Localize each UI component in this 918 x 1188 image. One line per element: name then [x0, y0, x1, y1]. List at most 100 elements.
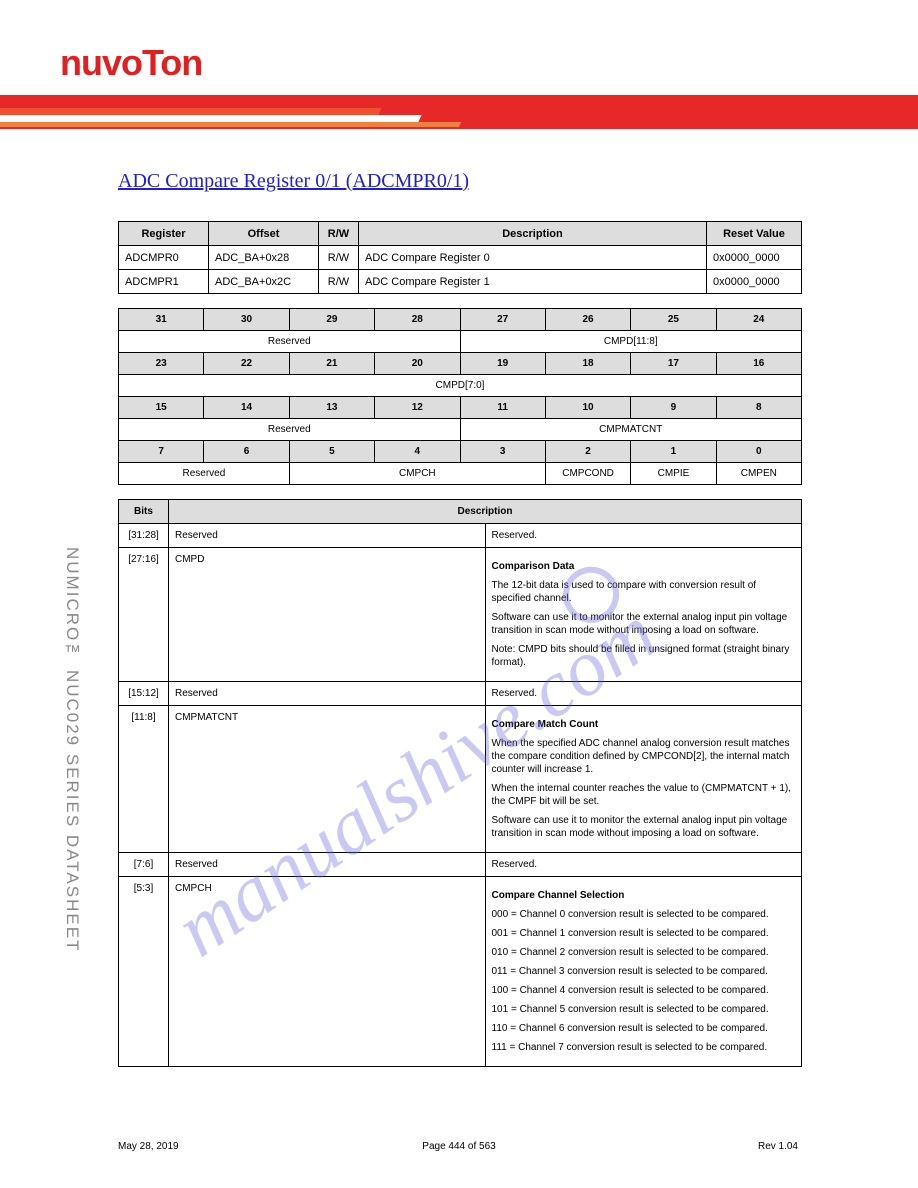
table-row: ADCMPR1 ADC_BA+0x2C R/W ADC Compare Regi… [119, 270, 802, 294]
reg-hdr-register: Register [119, 222, 209, 246]
bit-num: 23 [119, 353, 204, 375]
bit-num: 14 [204, 397, 289, 419]
reg-cell: 0x0000_0000 [707, 270, 802, 294]
desc-line: When the internal counter reaches the va… [492, 782, 796, 808]
bit-num: 28 [375, 309, 460, 331]
bit-num: 20 [375, 353, 460, 375]
bit-num: 29 [289, 309, 374, 331]
reg-cell: ADC Compare Register 0 [359, 246, 707, 270]
table-row: [15:12] Reserved Reserved. [119, 682, 802, 706]
reg-cell: R/W [319, 270, 359, 294]
bit-num: 27 [460, 309, 545, 331]
bit-field: Reserved [119, 419, 461, 441]
bits-cell: [27:16] [119, 548, 169, 682]
bits-cell: [31:28] [119, 524, 169, 548]
bit-num: 3 [460, 441, 545, 463]
desc-title: Comparison Data [492, 561, 575, 572]
bit-num: 2 [545, 441, 630, 463]
bit-num: 7 [119, 441, 204, 463]
desc-line: Note: CMPD bits should be filled in unsi… [492, 643, 796, 669]
bit-num: 12 [375, 397, 460, 419]
register-table: Register Offset R/W Description Reset Va… [118, 221, 802, 294]
desc-cell: Compare Match Count When the specified A… [485, 706, 802, 853]
desc-line: 111 = Channel 7 conversion result is sel… [492, 1041, 796, 1054]
bit-num: 13 [289, 397, 374, 419]
bit-num: 17 [631, 353, 716, 375]
table-row: [5:3] CMPCH Compare Channel Selection 00… [119, 877, 802, 1067]
field-cell: CMPMATCNT [169, 706, 486, 853]
reg-hdr-rw: R/W [319, 222, 359, 246]
bit-field: CMPMATCNT [460, 419, 802, 441]
table-row: [31:28] Reserved Reserved. [119, 524, 802, 548]
bits-cell: [11:8] [119, 706, 169, 853]
table-row: ADCMPR0 ADC_BA+0x28 R/W ADC Compare Regi… [119, 246, 802, 270]
desc-line: 001 = Channel 1 conversion result is sel… [492, 927, 796, 940]
bit-num: 10 [545, 397, 630, 419]
bit-num: 19 [460, 353, 545, 375]
desc-cell: Reserved. [485, 853, 802, 877]
bit-layout-table: 31 30 29 28 27 26 25 24 Reserved CMPD[11… [118, 308, 802, 485]
bit-num: 24 [716, 309, 801, 331]
desc-hdr-bits: Bits [119, 500, 169, 524]
bit-num: 18 [545, 353, 630, 375]
desc-line: Reserved. [492, 859, 538, 870]
bit-num: 26 [545, 309, 630, 331]
bit-num: 5 [289, 441, 374, 463]
desc-line: When the specified ADC channel analog co… [492, 737, 796, 776]
bit-field: CMPIE [631, 463, 716, 485]
reg-cell: ADCMPR0 [119, 246, 209, 270]
field-cell: Reserved [169, 853, 486, 877]
bit-field: CMPCH [289, 463, 545, 485]
desc-line: Reserved. [492, 688, 538, 699]
header-banner [0, 95, 918, 129]
section-title[interactable]: ADC Compare Register 0/1 (ADCMPR0/1) [118, 170, 802, 193]
bit-field: CMPCOND [545, 463, 630, 485]
bit-num: 22 [204, 353, 289, 375]
bit-field: Reserved [119, 463, 290, 485]
reg-cell: ADCMPR1 [119, 270, 209, 294]
bit-field: Reserved [119, 331, 461, 353]
reg-hdr-reset: Reset Value [707, 222, 802, 246]
desc-title: Compare Match Count [492, 719, 599, 730]
desc-title: Compare Channel Selection [492, 890, 625, 901]
desc-line: Reserved. [492, 530, 538, 541]
desc-cell: Comparison Data The 12-bit data is used … [485, 548, 802, 682]
footer-rev: Rev 1.04 [758, 1141, 798, 1152]
desc-line: 101 = Channel 5 conversion result is sel… [492, 1003, 796, 1016]
table-row: [27:16] CMPD Comparison Data The 12-bit … [119, 548, 802, 682]
desc-line: 000 = Channel 0 conversion result is sel… [492, 908, 796, 921]
reg-cell: ADC Compare Register 1 [359, 270, 707, 294]
bit-num: 1 [631, 441, 716, 463]
side-label: NUMICRO™ NUC029 SERIES DATASHEET [58, 490, 82, 1010]
bit-num: 30 [204, 309, 289, 331]
reg-cell: 0x0000_0000 [707, 246, 802, 270]
desc-cell: Reserved. [485, 682, 802, 706]
desc-line: Software can use it to monitor the exter… [492, 814, 796, 840]
desc-line: 011 = Channel 3 conversion result is sel… [492, 965, 796, 978]
bits-cell: [5:3] [119, 877, 169, 1067]
table-row: [7:6] Reserved Reserved. [119, 853, 802, 877]
bit-num: 8 [716, 397, 801, 419]
reg-hdr-offset: Offset [209, 222, 319, 246]
bit-field: CMPD[11:8] [460, 331, 802, 353]
bit-num: 31 [119, 309, 204, 331]
field-cell: Reserved [169, 524, 486, 548]
bits-cell: [15:12] [119, 682, 169, 706]
bit-num: 16 [716, 353, 801, 375]
bits-cell: [7:6] [119, 853, 169, 877]
bit-num: 11 [460, 397, 545, 419]
bit-num: 25 [631, 309, 716, 331]
brand-logo: nuvoTon [60, 42, 202, 84]
reg-cell: R/W [319, 246, 359, 270]
desc-line: The 12-bit data is used to compare with … [492, 579, 796, 605]
field-cell: CMPCH [169, 877, 486, 1067]
reg-cell: ADC_BA+0x2C [209, 270, 319, 294]
bit-num: 21 [289, 353, 374, 375]
description-table: Bits Description [31:28] Reserved Reserv… [118, 499, 802, 1067]
field-cell: CMPD [169, 548, 486, 682]
bit-num: 6 [204, 441, 289, 463]
bit-num: 0 [716, 441, 801, 463]
desc-line: 100 = Channel 4 conversion result is sel… [492, 984, 796, 997]
desc-cell: Reserved. [485, 524, 802, 548]
desc-line: Software can use it to monitor the exter… [492, 611, 796, 637]
